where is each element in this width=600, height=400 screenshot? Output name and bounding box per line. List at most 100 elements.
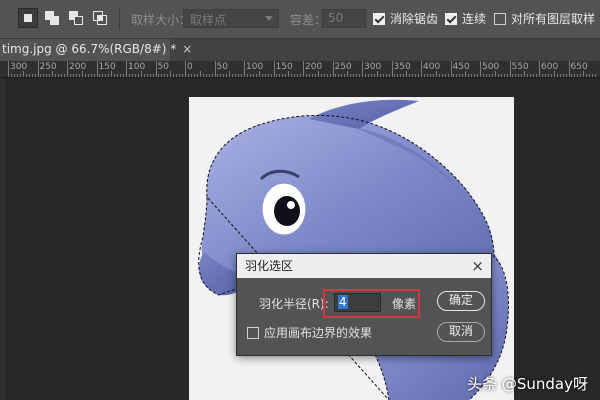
ruler-tick	[506, 74, 508, 77]
ruler-label: 100	[246, 62, 264, 72]
ruler-tick	[503, 74, 505, 77]
ruler-tick	[55, 74, 57, 77]
chevron-down-icon	[265, 16, 273, 21]
intersect-selection-icon[interactable]	[90, 8, 110, 28]
ruler-tick	[238, 74, 240, 77]
ruler-tick	[497, 74, 499, 77]
ruler-tick	[382, 74, 384, 77]
ruler-tick	[164, 74, 166, 77]
ruler-tick	[241, 74, 243, 77]
ruler-tick	[394, 74, 396, 77]
ruler-tick	[456, 74, 458, 77]
ruler-tick	[10, 74, 12, 77]
tolerance-input[interactable]: 50	[322, 9, 366, 28]
ruler-label: 300	[364, 62, 382, 72]
ruler-tick	[530, 74, 532, 77]
ruler-tick	[462, 74, 464, 77]
ruler-tick	[244, 61, 245, 77]
cancel-button[interactable]: 取消	[437, 322, 485, 342]
ruler-tick	[114, 74, 116, 77]
ruler-tick	[99, 74, 101, 77]
ruler-label: 400	[423, 62, 441, 72]
horizontal-ruler: 300 250 200 150 100 50 0 50 100 150 200 250 300 350 40…	[0, 61, 600, 78]
ruler-tick	[397, 74, 399, 77]
ruler-tick	[485, 74, 487, 77]
ruler-tick	[314, 74, 316, 77]
ruler-tick	[311, 74, 313, 77]
apply-canvas-edge-checkbox[interactable]: 应用画布边界的效果	[247, 324, 372, 341]
ruler-tick	[158, 74, 160, 77]
add-to-selection-icon[interactable]	[42, 8, 62, 28]
ruler-tick	[25, 74, 27, 77]
close-tab-icon[interactable]: ×	[182, 42, 192, 56]
ruler-tick	[364, 74, 366, 77]
ruler-tick	[500, 74, 502, 77]
pixels-unit-label: 像素	[392, 297, 417, 311]
ruler-tick	[13, 74, 15, 77]
tolerance-value: 50	[328, 11, 344, 25]
ruler-tick	[571, 74, 573, 77]
ruler-tick	[556, 74, 558, 77]
ruler-tick	[400, 74, 402, 77]
checkbox-unchecked-icon	[247, 327, 259, 339]
antialias-checkbox[interactable]: 消除锯齿	[373, 10, 438, 27]
ruler-tick	[90, 74, 92, 77]
ruler-label: 50	[157, 62, 169, 72]
ruler-tick	[583, 71, 585, 77]
ruler-tick	[187, 74, 189, 77]
ruler-tick	[161, 74, 163, 77]
ruler-tick	[300, 74, 302, 77]
ruler-label: 300	[10, 62, 28, 72]
ruler-label: 250	[334, 62, 352, 72]
ruler-tick	[518, 74, 520, 77]
ruler-tick	[294, 74, 296, 77]
ruler-tick	[246, 74, 248, 77]
ruler-label: 350	[393, 62, 411, 72]
ruler-tick	[93, 74, 95, 77]
dialog-title-bar[interactable]: 羽化选区 ×	[237, 254, 491, 278]
ruler-tick	[108, 74, 110, 77]
close-icon[interactable]: ×	[471, 254, 484, 278]
ruler-tick	[444, 74, 446, 77]
ruler-tick	[391, 61, 393, 77]
ruler-tick	[488, 74, 490, 77]
ruler-tick	[577, 74, 579, 77]
ruler-label: 550	[511, 62, 529, 72]
ruler-tick	[193, 74, 195, 77]
ruler-tick	[453, 74, 455, 77]
ruler-tick	[423, 74, 425, 77]
ruler-tick	[252, 74, 254, 77]
feather-radius-label: 羽化半径(R):	[259, 297, 329, 311]
ruler-tick	[524, 71, 526, 77]
document-tab[interactable]: timg.jpg @ 66.7%(RGB/8#) * ×	[0, 39, 192, 61]
ruler-tick	[533, 74, 535, 77]
ruler-tick	[8, 61, 9, 77]
checkbox-checked-icon	[445, 13, 457, 25]
ruler-tick	[308, 74, 310, 77]
feather-radius-input[interactable]: 4	[334, 293, 381, 312]
ruler-tick	[117, 74, 119, 77]
ruler-tick	[64, 74, 66, 77]
ruler-label: 200	[69, 62, 87, 72]
ruler-tick	[521, 74, 523, 77]
all-layers-checkbox[interactable]: 对所有图层取样	[494, 10, 595, 27]
ruler-tick	[16, 74, 18, 77]
ruler-tick	[326, 74, 328, 77]
ruler-tick	[143, 74, 145, 77]
ruler-tick	[196, 74, 198, 77]
ruler-tick	[69, 74, 71, 77]
sample-size-select[interactable]: 取样点	[183, 9, 279, 28]
ruler-tick	[102, 74, 104, 77]
antialias-label: 消除锯齿	[390, 12, 439, 26]
ruler-tick	[471, 74, 473, 77]
ok-button[interactable]: 确定	[437, 291, 485, 311]
ruler-tick	[547, 74, 549, 77]
contiguous-checkbox[interactable]: 连续	[445, 10, 486, 27]
ruler-tick	[75, 74, 77, 77]
ruler-tick	[412, 74, 414, 77]
checkbox-unchecked-icon	[494, 13, 506, 25]
new-selection-icon[interactable]	[18, 8, 38, 28]
ruler-tick	[317, 71, 319, 77]
subtract-from-selection-icon[interactable]	[66, 8, 86, 28]
ruler-label: 500	[482, 62, 500, 72]
